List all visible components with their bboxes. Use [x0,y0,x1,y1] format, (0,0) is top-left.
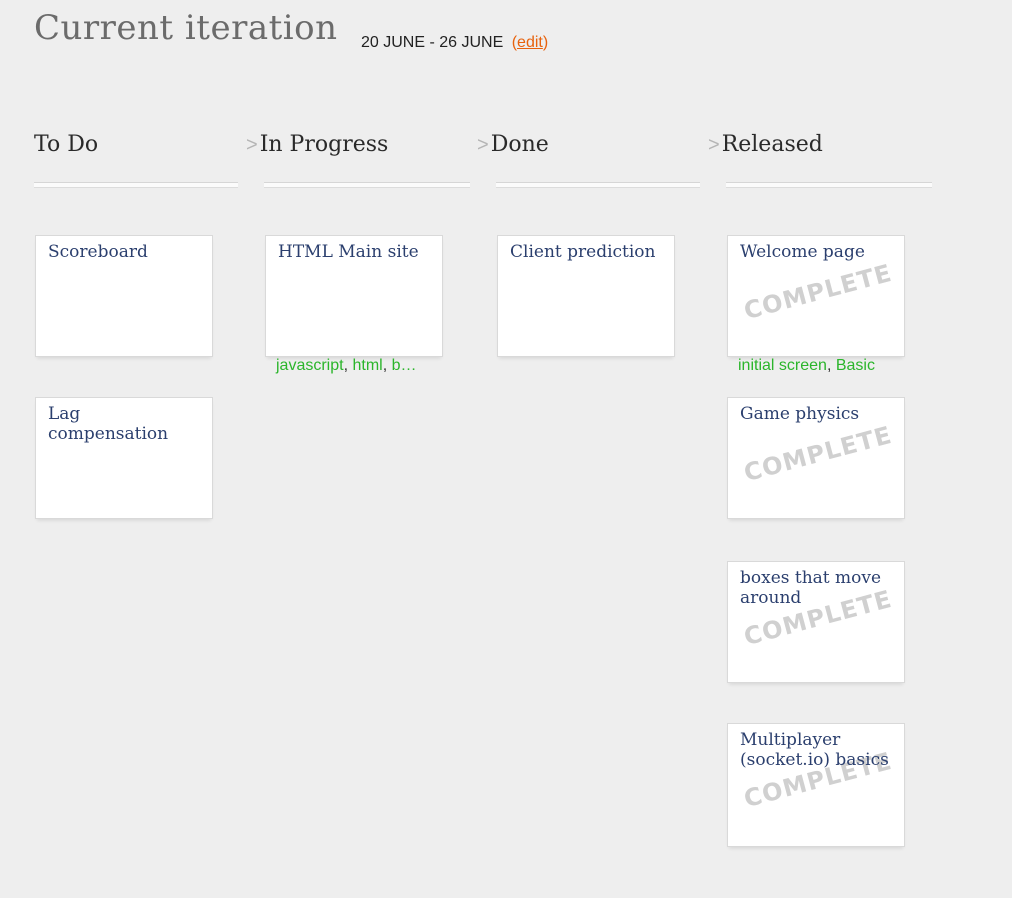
complete-stamp: COMPLETE [740,258,895,326]
page-title: Current iteration [34,8,338,48]
iteration-date-range: 20 JUNE - 26 JUNE (edit) [361,34,548,52]
story-card-title: Multiplayer (socket.io) basics [740,730,889,770]
tag-link[interactable]: initial screen [738,357,827,374]
story-card-title: Game physics [740,404,860,424]
story-card[interactable]: Scoreboard [35,235,213,357]
tag-link[interactable]: html [352,357,382,374]
tag-link[interactable]: javascript [276,357,344,374]
column-header-released: >Released [708,132,823,157]
story-card-title: HTML Main site [278,242,419,262]
story-card-title: boxes that move around [740,568,882,608]
date-range-text: 20 JUNE - 26 JUNE [361,34,504,51]
story-card[interactable]: Game physics COMPLETE [727,397,905,519]
story-card-title: Welcome page [740,242,865,262]
edit-dates-link[interactable]: edit [517,34,543,51]
column-arrow-icon: > [246,134,258,156]
column-title-in-progress: In Progress [259,132,389,157]
story-card-title: Lag compensation [48,404,169,444]
story-card[interactable]: Client prediction [497,235,675,357]
edit-close-paren: ) [542,34,549,51]
column-divider-in-progress [264,182,470,188]
story-card-title: Scoreboard [48,242,148,262]
story-card[interactable]: boxes that move around COMPLETE [727,561,905,683]
column-divider-done [496,182,700,188]
column-header-in-progress: >In Progress [246,132,388,157]
story-card[interactable]: Lag compensation [35,397,213,519]
column-title-todo: To Do [34,132,99,157]
column-header-done: >Done [477,132,549,157]
column-title-done: Done [490,132,549,157]
tag-link[interactable]: Basic [836,357,875,374]
column-divider-todo [34,182,238,188]
column-divider-released [726,182,932,188]
tag-link[interactable]: b… [392,357,417,374]
story-card[interactable]: HTML Main site [265,235,443,357]
story-card[interactable]: Multiplayer (socket.io) basics COMPLETE [727,723,905,847]
story-card-title: Client prediction [510,242,656,262]
column-arrow-icon: > [477,134,489,156]
story-card[interactable]: Welcome page COMPLETE [727,235,905,357]
column-arrow-icon: > [708,134,720,156]
column-header-todo: To Do [34,132,98,157]
story-card-tags: javascript, html, b… [276,357,417,374]
story-card-tags: initial screen, Basic [738,357,875,374]
complete-stamp: COMPLETE [740,420,895,488]
column-title-released: Released [721,132,823,157]
